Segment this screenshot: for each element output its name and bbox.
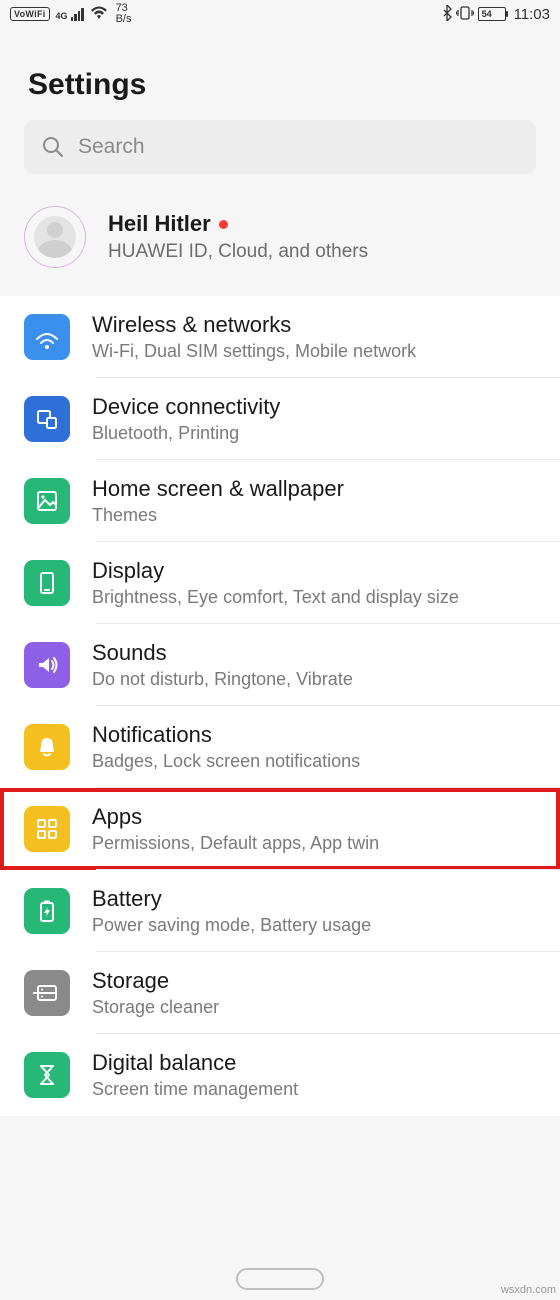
settings-item-storage[interactable]: Storage Storage cleaner <box>0 952 560 1034</box>
sounds-icon <box>24 642 70 688</box>
item-subtitle: Storage cleaner <box>92 997 548 1018</box>
item-subtitle: Permissions, Default apps, App twin <box>92 833 548 854</box>
item-title: Sounds <box>92 640 548 666</box>
item-subtitle: Do not disturb, Ringtone, Vibrate <box>92 669 548 690</box>
apps-icon <box>24 806 70 852</box>
item-subtitle: Badges, Lock screen notifications <box>92 751 548 772</box>
notifications-icon <box>24 724 70 770</box>
cellular-signal-icon: 4G <box>56 8 84 21</box>
item-title: Display <box>92 558 548 584</box>
item-title: Apps <box>92 804 548 830</box>
settings-item-apps[interactable]: Apps Permissions, Default apps, App twin <box>0 788 560 870</box>
home-screen-icon <box>24 478 70 524</box>
status-left: VoWiFi 4G 73 B/s <box>10 3 131 25</box>
nav-pill[interactable] <box>236 1268 324 1290</box>
account-subtitle: HUAWEI ID, Cloud, and others <box>108 241 368 263</box>
item-title: Home screen & wallpaper <box>92 476 548 502</box>
device-connectivity-icon <box>24 396 70 442</box>
display-icon <box>24 560 70 606</box>
settings-item-wireless[interactable]: Wireless & networks Wi-Fi, Dual SIM sett… <box>0 296 560 378</box>
item-title: Device connectivity <box>92 394 548 420</box>
item-subtitle: Power saving mode, Battery usage <box>92 915 548 936</box>
account-name: Heil Hitler <box>108 211 211 237</box>
bluetooth-icon <box>442 5 452 24</box>
item-subtitle: Brightness, Eye comfort, Text and displa… <box>92 587 548 608</box>
search-input[interactable]: Search <box>24 120 536 174</box>
battery-indicator: 54 <box>478 7 506 21</box>
notification-dot-icon <box>219 220 228 229</box>
item-title: Digital balance <box>92 1050 548 1076</box>
clock: 11:03 <box>514 6 550 23</box>
settings-item-sounds[interactable]: Sounds Do not disturb, Ringtone, Vibrate <box>0 624 560 706</box>
settings-list: Wireless & networks Wi-Fi, Dual SIM sett… <box>0 296 560 1116</box>
wireless-icon <box>24 314 70 360</box>
storage-icon <box>24 970 70 1016</box>
settings-item-home-screen[interactable]: Home screen & wallpaper Themes <box>0 460 560 542</box>
vowifi-indicator: VoWiFi <box>10 7 50 21</box>
vibrate-icon <box>456 6 474 23</box>
page-header: Settings <box>0 28 560 120</box>
settings-item-battery[interactable]: Battery Power saving mode, Battery usage <box>0 870 560 952</box>
item-title: Battery <box>92 886 548 912</box>
item-subtitle: Bluetooth, Printing <box>92 423 548 444</box>
settings-item-notifications[interactable]: Notifications Badges, Lock screen notifi… <box>0 706 560 788</box>
status-right: 54 11:03 <box>442 5 550 24</box>
item-subtitle: Wi-Fi, Dual SIM settings, Mobile network <box>92 341 548 362</box>
digital-balance-icon <box>24 1052 70 1098</box>
item-subtitle: Screen time management <box>92 1079 548 1100</box>
page-title: Settings <box>28 68 532 102</box>
item-title: Notifications <box>92 722 548 748</box>
item-title: Wireless & networks <box>92 312 548 338</box>
search-icon <box>42 136 64 158</box>
data-speed-indicator: 73 B/s <box>116 3 132 25</box>
item-subtitle: Themes <box>92 505 548 526</box>
settings-item-device-connectivity[interactable]: Device connectivity Bluetooth, Printing <box>0 378 560 460</box>
watermark: wsxdn.com <box>501 1284 556 1296</box>
battery-icon <box>24 888 70 934</box>
status-bar: VoWiFi 4G 73 B/s 54 11:03 <box>0 0 560 28</box>
account-name-row: Heil Hitler <box>108 211 368 237</box>
account-row[interactable]: Heil Hitler HUAWEI ID, Cloud, and others <box>0 188 560 290</box>
search-placeholder: Search <box>78 135 145 159</box>
avatar <box>24 206 86 268</box>
wifi-icon <box>90 6 108 23</box>
settings-item-display[interactable]: Display Brightness, Eye comfort, Text an… <box>0 542 560 624</box>
item-title: Storage <box>92 968 548 994</box>
settings-item-digital-balance[interactable]: Digital balance Screen time management <box>0 1034 560 1116</box>
